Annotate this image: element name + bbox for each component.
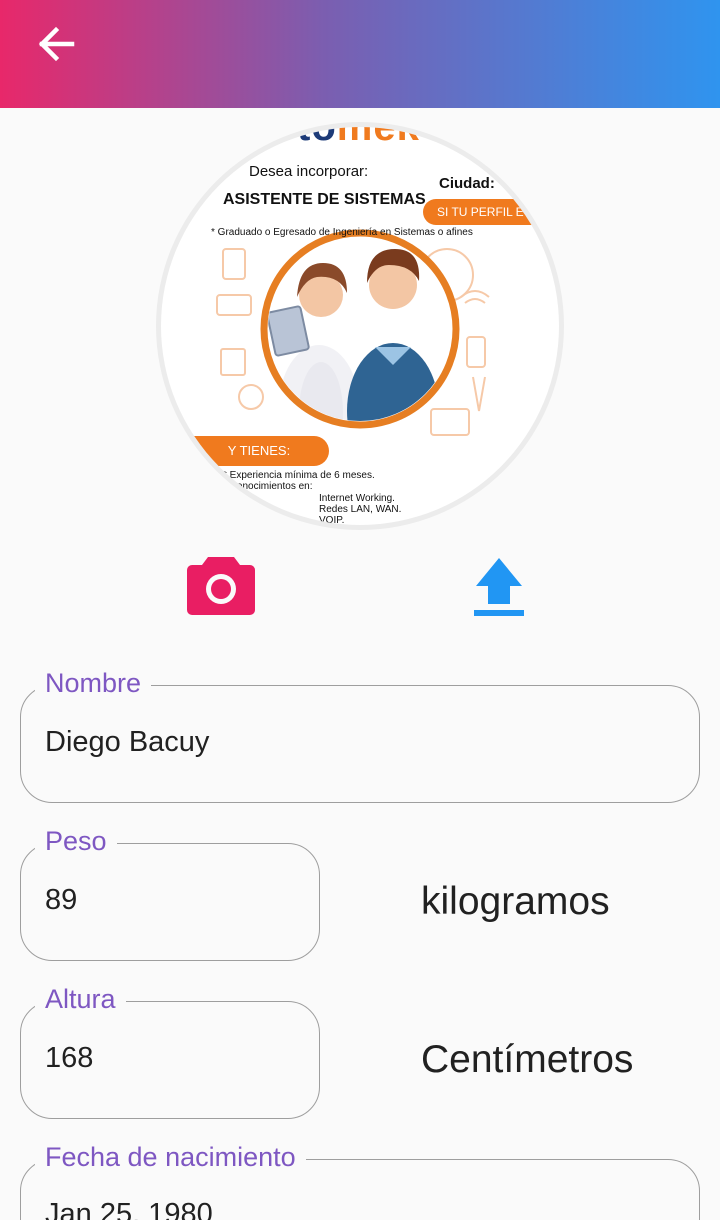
altura-input[interactable]: 168 xyxy=(45,1042,93,1075)
nombre-field[interactable]: Nombre Diego Bacuy xyxy=(20,668,700,803)
poster-position: ASISTENTE DE SISTEMAS xyxy=(223,191,426,208)
fecha-input[interactable]: Jan 25, 1980 xyxy=(45,1198,213,1220)
peso-unit: kilogramos xyxy=(421,880,610,923)
camera-icon xyxy=(187,557,255,615)
arrow-back-icon xyxy=(38,26,75,62)
poster-heading: Desea incorporar: xyxy=(249,163,369,180)
back-button[interactable] xyxy=(28,22,84,66)
altura-field[interactable]: Altura 168 xyxy=(20,984,320,1119)
peso-field[interactable]: Peso 89 xyxy=(20,826,320,961)
camera-button[interactable] xyxy=(186,555,256,617)
poster-experience: * Experiencia mínima de 6 meses. * Conoc… xyxy=(223,470,375,492)
poster-brand: tomek xyxy=(297,127,420,149)
fecha-label: Fecha de nacimiento xyxy=(35,1142,306,1172)
job-poster-image: tomek Desea incorporar: Ciudad: ASISTENT… xyxy=(161,127,559,525)
upload-icon xyxy=(474,558,524,616)
peso-input[interactable]: 89 xyxy=(45,884,77,917)
fecha-field[interactable]: Fecha de nacimiento Jan 25, 1980 xyxy=(20,1142,700,1220)
altura-unit: Centímetros xyxy=(421,1038,634,1081)
poster-pill-top: SI TU PERFIL E xyxy=(423,199,543,225)
poster-skills: Internet Working. Redes LAN, WAN. VOIP. xyxy=(319,493,402,525)
peso-label: Peso xyxy=(35,826,117,856)
profile-photo: tomek Desea incorporar: Ciudad: ASISTENT… xyxy=(156,122,564,530)
poster-requirement: * Graduado o Egresado de Ingeniería en S… xyxy=(211,227,473,238)
upload-button[interactable] xyxy=(472,556,526,618)
app-bar xyxy=(0,0,720,108)
poster-pill-bottom: Y TIENES: xyxy=(189,436,329,466)
poster-city-label: Ciudad: xyxy=(439,175,495,192)
nombre-label: Nombre xyxy=(35,668,152,698)
nombre-input[interactable]: Diego Bacuy xyxy=(45,726,209,759)
altura-label: Altura xyxy=(35,984,126,1014)
